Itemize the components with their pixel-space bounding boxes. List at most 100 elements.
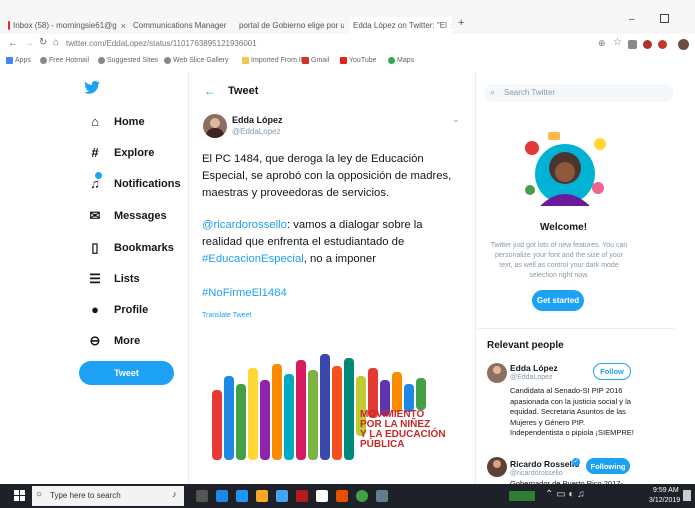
- youtube-icon: [340, 57, 347, 64]
- tray-icons[interactable]: ⌃ ▭ ◐ ♫: [545, 489, 585, 500]
- home-icon[interactable]: ⌂: [53, 37, 59, 48]
- app-icon[interactable]: [296, 490, 308, 502]
- taskbar-search-input[interactable]: ○ Type here to search ♪: [32, 486, 184, 506]
- gmail-icon: [302, 57, 309, 64]
- address-bar-row: ← → ↻ ⌂ twitter.com/EddaLopez/status/110…: [0, 34, 695, 55]
- minimize-button[interactable]: –: [629, 14, 635, 25]
- person-handle[interactable]: @ricardorossello: [510, 470, 563, 477]
- welcome-title: Welcome!: [540, 222, 588, 233]
- gmail-icon: [8, 21, 10, 30]
- relevant-people-title: Relevant people: [487, 340, 564, 351]
- bell-icon: ♫: [85, 172, 105, 191]
- battery-icon[interactable]: [509, 491, 535, 501]
- avatar[interactable]: [487, 363, 507, 383]
- follow-button[interactable]: Follow: [593, 363, 631, 380]
- author-handle[interactable]: @EddaLopez: [232, 127, 281, 136]
- welcome-illustration-icon: [525, 132, 606, 206]
- edge-icon[interactable]: [216, 490, 228, 502]
- bookmark-item[interactable]: Imported From IE: [242, 57, 305, 64]
- mention-link[interactable]: @ricardorossello: [202, 219, 287, 231]
- windows-taskbar: ○ Type here to search ♪ ⌃ ▭ ◐ ♫ 9:59 AM …: [0, 484, 695, 508]
- close-icon[interactable]: ×: [451, 21, 452, 31]
- bookmarks-bar: Apps Free Hotmail Suggested Sites Web Sl…: [0, 54, 695, 70]
- star-icon[interactable]: ☆: [613, 37, 622, 48]
- task-view-icon[interactable]: [196, 490, 208, 502]
- extension-icon[interactable]: [643, 40, 652, 49]
- sidebar-item-home[interactable]: ⌂ Home: [85, 114, 145, 129]
- store-icon[interactable]: [276, 490, 288, 502]
- sidebar-item-notifications[interactable]: ♫ Notifications: [85, 172, 181, 191]
- bookmark-item[interactable]: Suggested Sites: [98, 57, 158, 64]
- app-icon[interactable]: [376, 490, 388, 502]
- mail-icon[interactable]: [316, 490, 328, 502]
- chrome-icon[interactable]: [356, 490, 368, 502]
- get-started-button[interactable]: Get started: [532, 290, 584, 311]
- hashtag-link[interactable]: #EducacionEspecial: [202, 253, 304, 265]
- sidebar-item-lists[interactable]: ☰ Lists: [85, 271, 140, 287]
- extension-icon[interactable]: [658, 40, 667, 49]
- avatar[interactable]: [678, 39, 689, 50]
- hashtag-icon: #: [91, 145, 99, 160]
- tab-portal[interactable]: portal de Gobierno elige por un ×: [236, 17, 344, 34]
- app-icon[interactable]: [336, 490, 348, 502]
- list-icon: ☰: [89, 271, 101, 286]
- url-input[interactable]: twitter.com/EddaLopez/status/11017638951…: [66, 39, 257, 48]
- person-name[interactable]: Ricardo Rosselló: [510, 459, 579, 469]
- tab-twitter[interactable]: Edda López on Twitter: "El ×: [350, 17, 452, 34]
- browser-tab-bar: Inbox (58) - morningsie61@g × Communicat…: [0, 0, 695, 34]
- twitter-logo-icon[interactable]: [84, 81, 100, 94]
- taskbar-clock[interactable]: 9:59 AM: [653, 487, 679, 494]
- extension-icon[interactable]: [628, 40, 637, 49]
- maximize-button[interactable]: [660, 14, 669, 23]
- tab-communications[interactable]: Communications Manager ×: [130, 17, 228, 34]
- person-name[interactable]: Edda López: [510, 363, 558, 373]
- reload-icon[interactable]: ↻: [39, 37, 47, 48]
- person-bio: Candidata al Senado-SI PIP 2016 apasiona…: [510, 386, 634, 437]
- hashtag-link[interactable]: #NoFirmeEl1484: [202, 285, 287, 302]
- page-icon: [40, 57, 47, 64]
- tweet-button[interactable]: Tweet: [79, 361, 174, 385]
- avatar[interactable]: [487, 457, 507, 477]
- author-avatar[interactable]: [203, 114, 227, 138]
- person-handle[interactable]: @EddaLopez: [510, 374, 553, 381]
- explorer-icon[interactable]: [236, 490, 248, 502]
- divider: [478, 328, 674, 329]
- bookmark-item[interactable]: Web Slice Gallery: [164, 57, 229, 64]
- sidebar-item-profile[interactable]: ● Profile: [85, 302, 148, 317]
- close-icon[interactable]: ×: [121, 21, 126, 31]
- folder-icon[interactable]: [256, 490, 268, 502]
- new-tab-button[interactable]: +: [458, 17, 464, 29]
- author-name[interactable]: Edda López: [232, 115, 283, 125]
- welcome-text: Twitter just got lots of new features. Y…: [490, 242, 628, 279]
- taskbar-date[interactable]: 3/12/2019: [649, 497, 680, 504]
- translate-tweet-link[interactable]: Translate Tweet: [202, 312, 251, 319]
- forward-arrow-icon[interactable]: →: [24, 38, 34, 49]
- back-arrow-icon[interactable]: ←: [204, 84, 216, 98]
- back-arrow-icon[interactable]: ←: [8, 38, 18, 49]
- folder-icon: [242, 57, 249, 64]
- page-icon: [98, 57, 105, 64]
- bookmark-item[interactable]: YouTube: [340, 57, 377, 64]
- tweet-image[interactable]: MOVIMIENTO POR LA NIÑEZ Y LA EDUCACIÓN P…: [202, 340, 464, 470]
- raised-hands-illustration: [212, 354, 426, 460]
- sidebar-item-more[interactable]: ⊖ More: [85, 333, 141, 349]
- microphone-icon[interactable]: ♪: [172, 489, 177, 499]
- bookmark-item[interactable]: Maps: [388, 57, 414, 64]
- bookmark-item[interactable]: Free Hotmail: [40, 57, 89, 64]
- notifications-icon[interactable]: [683, 490, 691, 501]
- sidebar-item-messages[interactable]: ✉ Messages: [85, 208, 167, 224]
- bookmark-apps[interactable]: Apps: [6, 57, 31, 64]
- windows-start-icon[interactable]: [14, 490, 25, 501]
- bookmark-item[interactable]: Gmail: [302, 57, 329, 64]
- sidebar-item-bookmarks[interactable]: ▯ Bookmarks: [85, 240, 174, 256]
- chevron-down-icon[interactable]: ⌄: [452, 114, 460, 125]
- home-icon: ⌂: [91, 114, 99, 129]
- search-input[interactable]: ⌕ Search Twitter: [484, 84, 674, 102]
- sidebar-item-explore[interactable]: # Explore: [85, 145, 154, 160]
- page-title: Tweet: [228, 85, 259, 97]
- following-button[interactable]: Following: [586, 458, 630, 474]
- tab-gmail[interactable]: Inbox (58) - morningsie61@g ×: [8, 17, 126, 34]
- verified-badge-icon: ✓: [572, 458, 580, 466]
- zoom-icon[interactable]: ⊕: [598, 38, 606, 49]
- image-caption: MOVIMIENTO POR LA NIÑEZ Y LA EDUCACIÓN P…: [360, 409, 446, 450]
